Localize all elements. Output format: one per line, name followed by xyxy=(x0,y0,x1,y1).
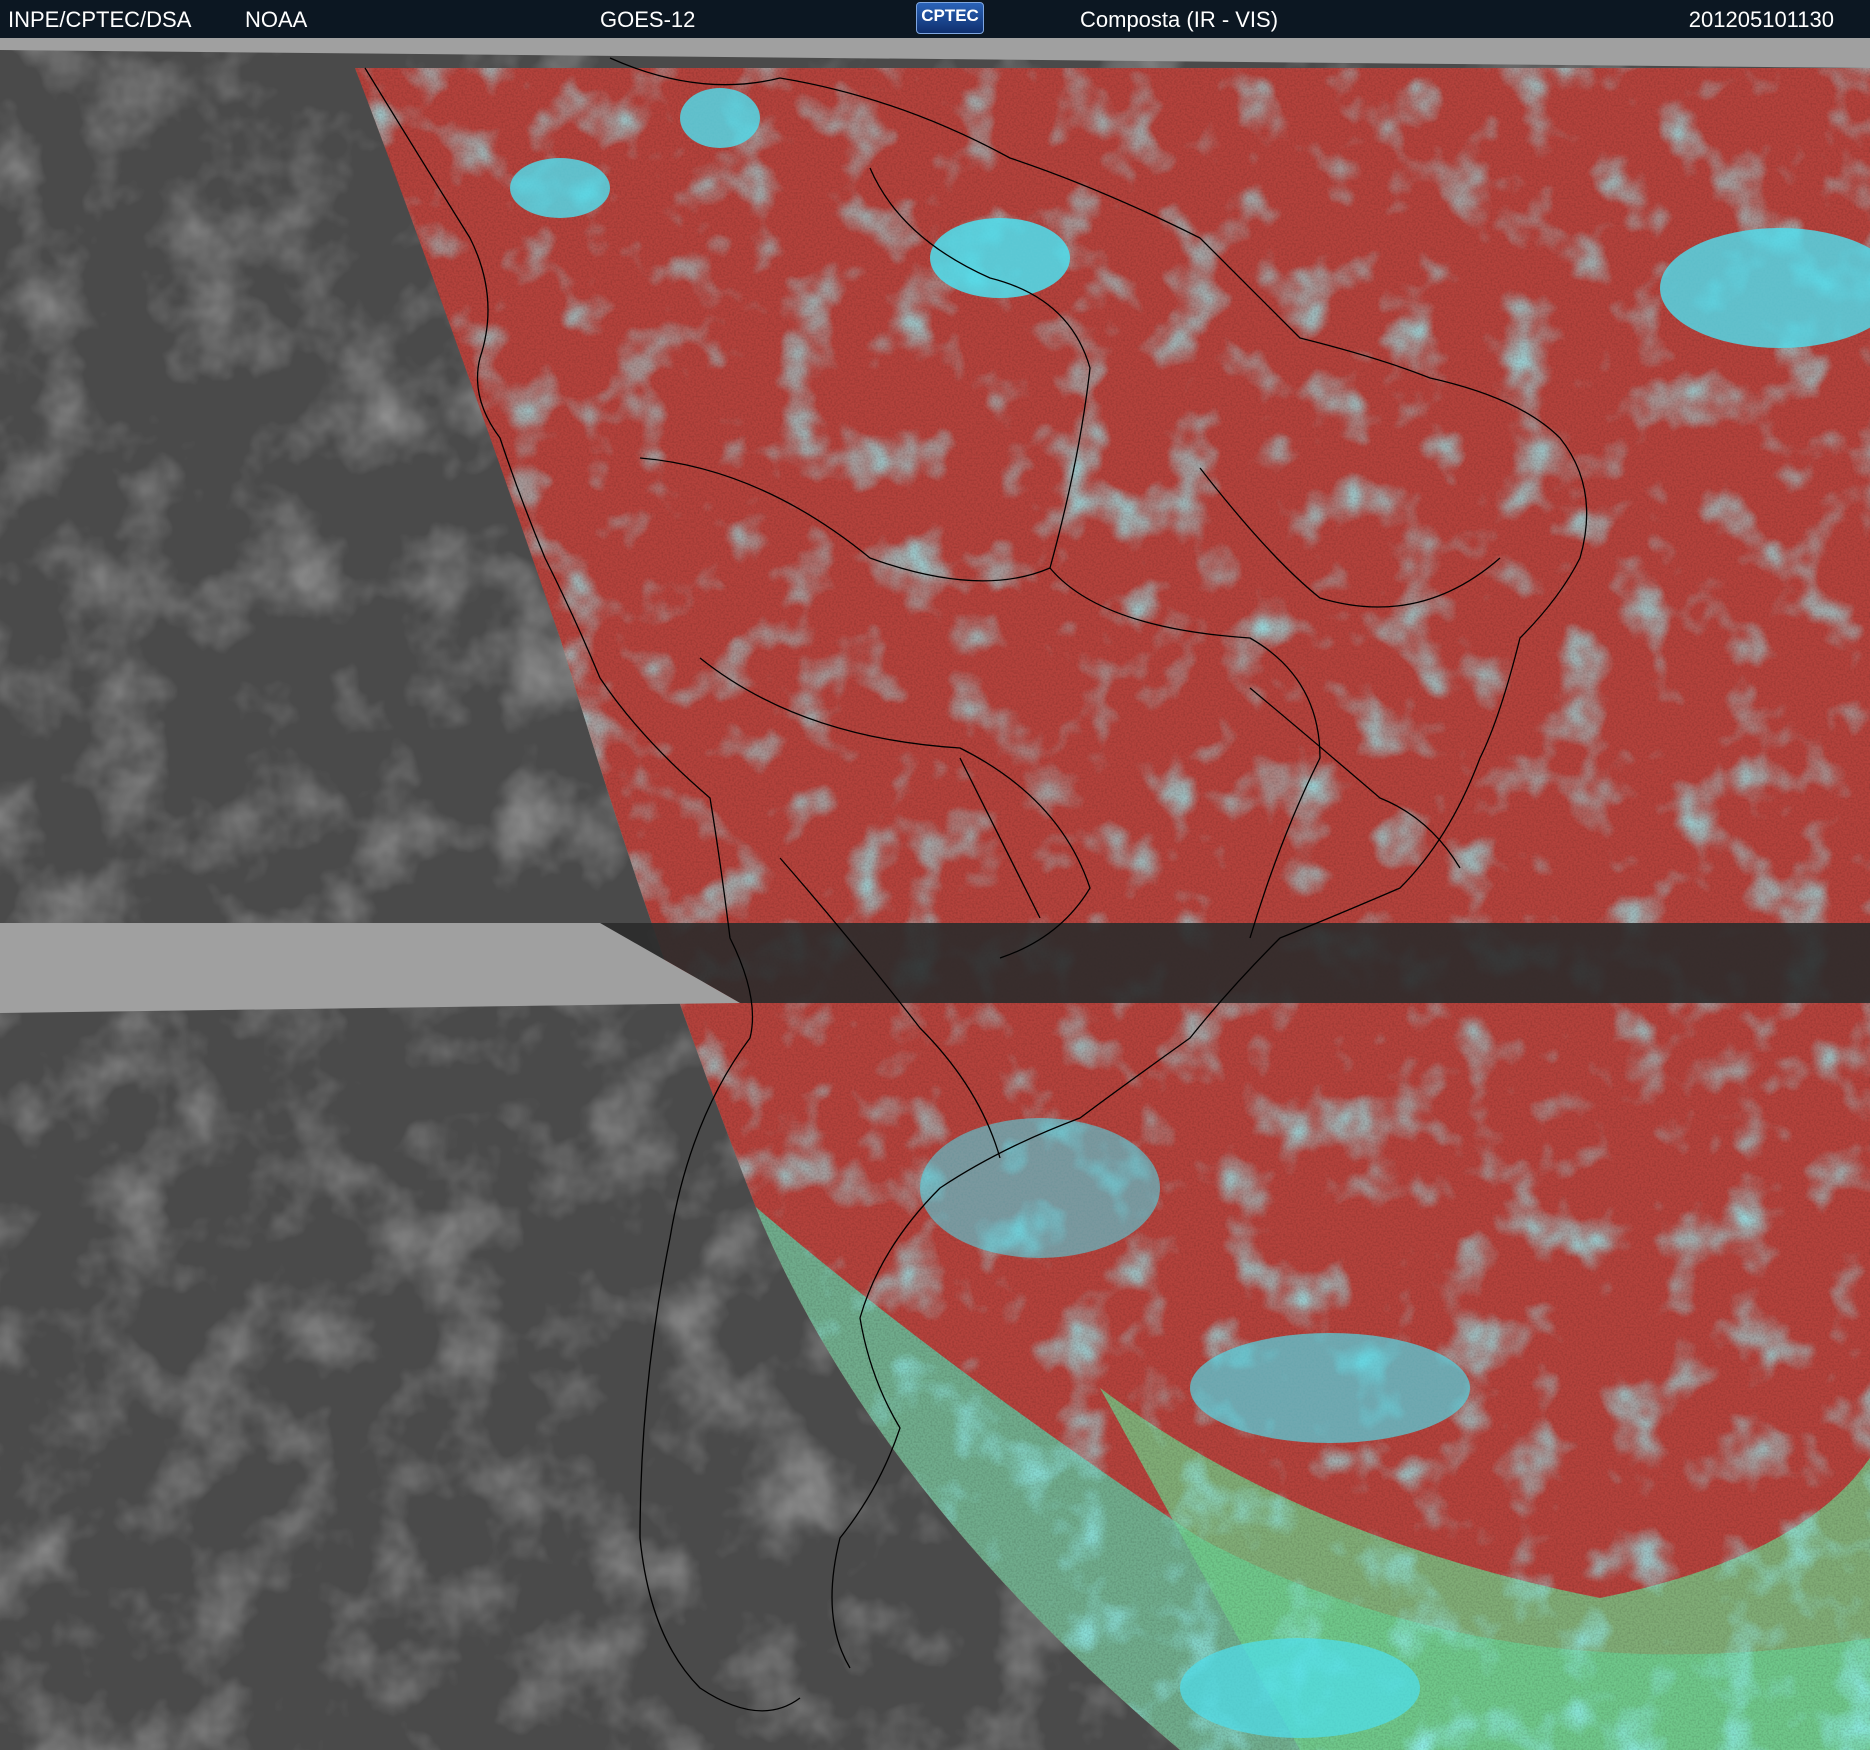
satellite-label: GOES-12 xyxy=(600,7,696,32)
product-label: Composta (IR - VIS) xyxy=(1080,7,1279,32)
satellite-composite-image xyxy=(0,38,1870,1750)
agency-label: NOAA xyxy=(245,7,308,32)
institution-label: INPE/CPTEC/DSA xyxy=(8,7,192,32)
header-bar: INPE/CPTEC/DSA NOAA GOES-12 CPTEC Compos… xyxy=(0,0,1870,38)
cptec-logo-text: CPTEC xyxy=(921,6,979,25)
timestamp-label: 201205101130 xyxy=(1688,7,1834,32)
nighttime-ir-band xyxy=(600,923,1870,1003)
cptec-logo: CPTEC xyxy=(916,2,984,34)
